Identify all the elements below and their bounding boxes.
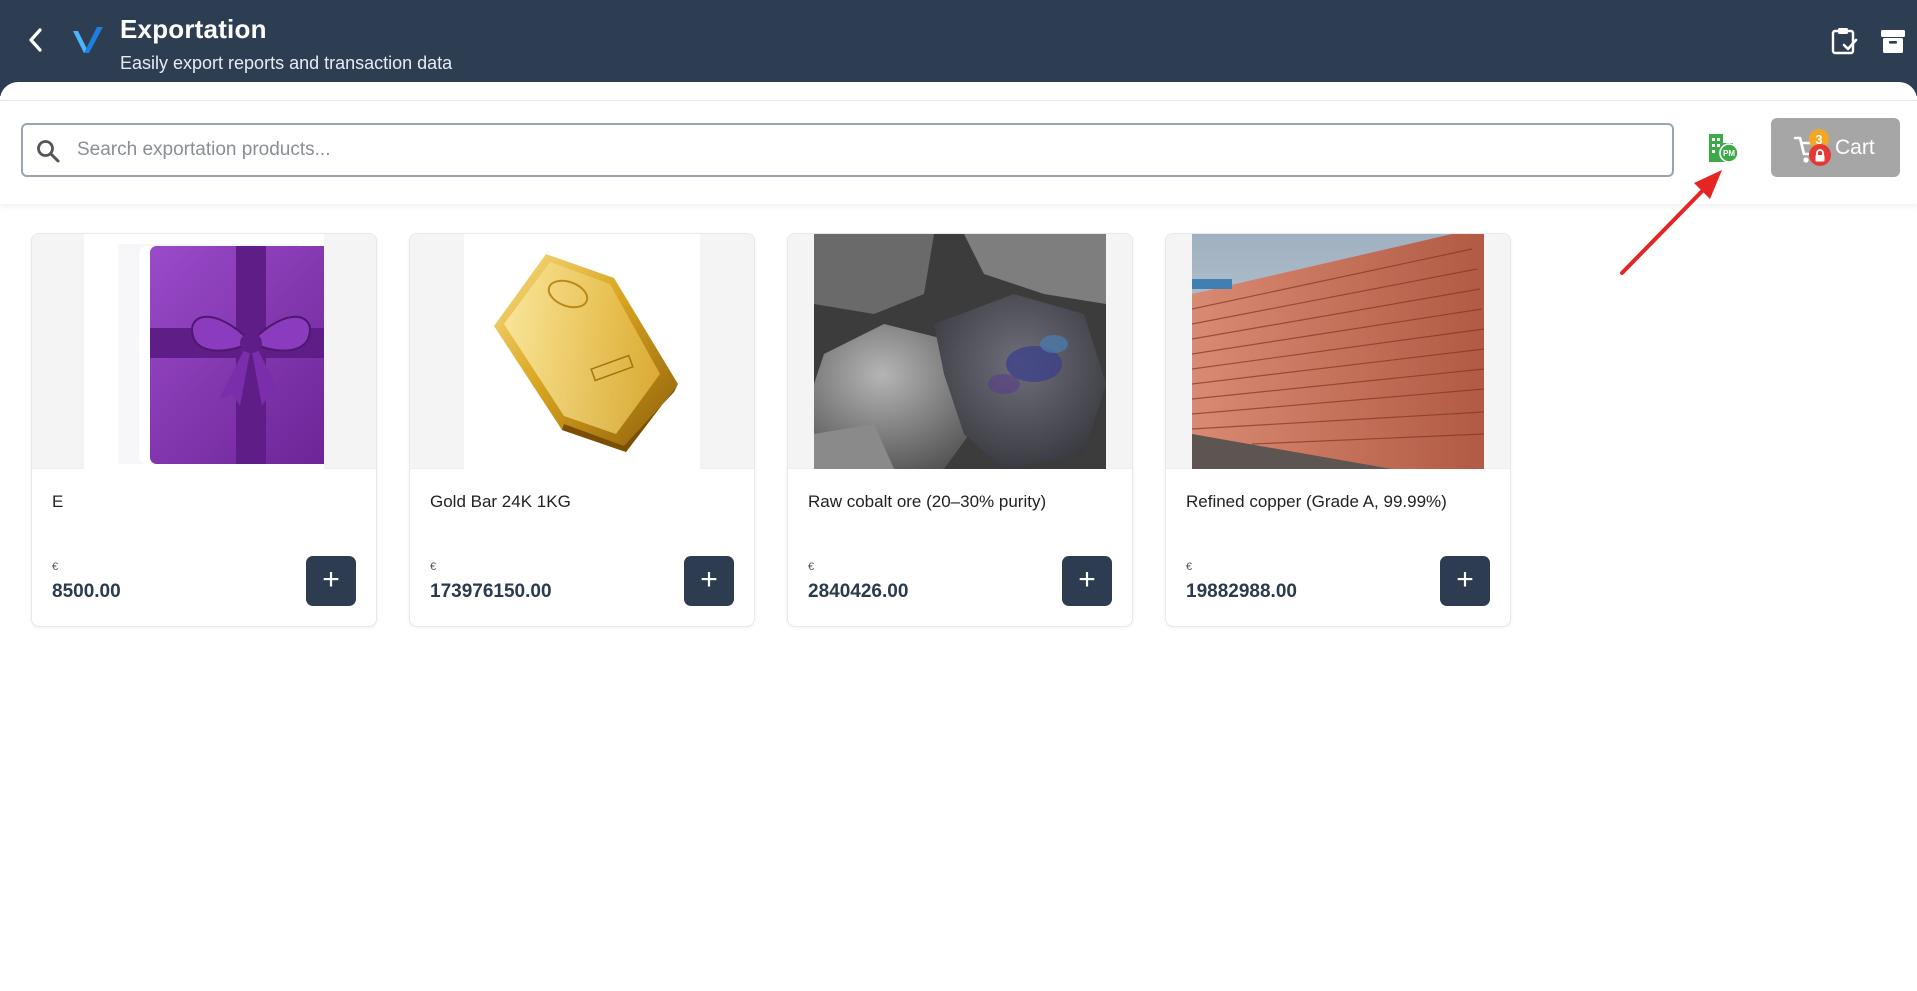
gift-box-image <box>84 234 324 469</box>
add-to-cart-button[interactable]: + <box>1062 556 1112 606</box>
cobalt-ore-image <box>814 234 1106 469</box>
product-card[interactable]: E € 8500.00 + <box>31 233 377 627</box>
product-price: 19882988.00 <box>1186 581 1297 602</box>
product-card[interactable]: Refined copper (Grade A, 99.99%) € 19882… <box>1165 233 1511 627</box>
product-card[interactable]: Gold Bar 24K 1KG € 173976150.00 + <box>409 233 755 627</box>
search-input[interactable] <box>75 125 1655 175</box>
chevron-left-icon <box>29 28 42 52</box>
page-title: Exportation <box>120 14 267 44</box>
brand-logo-icon <box>73 27 103 53</box>
product-currency: € <box>430 561 437 573</box>
clipboard-check-icon <box>1831 28 1858 55</box>
add-to-cart-button[interactable]: + <box>1440 556 1490 606</box>
product-image <box>410 234 754 469</box>
search-icon <box>37 140 60 163</box>
cart-button[interactable]: 3 Cart <box>1771 118 1900 177</box>
product-price: 173976150.00 <box>430 581 552 602</box>
gold-bar-image <box>464 234 700 469</box>
product-name: Gold Bar 24K 1KG <box>430 492 571 511</box>
product-name: Refined copper (Grade A, 99.99%) <box>1186 492 1447 511</box>
product-image <box>32 234 376 469</box>
cart-label: Cart <box>1835 136 1875 159</box>
building-pm-icon: PM <box>1709 134 1739 163</box>
lock-icon <box>1809 144 1831 166</box>
archive-button[interactable] <box>1876 24 1910 58</box>
product-price: 2840426.00 <box>808 581 909 602</box>
add-to-cart-button[interactable]: + <box>684 556 734 606</box>
annotation-arrow-icon <box>1620 170 1722 275</box>
page-subtitle: Easily export reports and transaction da… <box>120 53 453 73</box>
product-image <box>1166 234 1510 469</box>
copper-sheets-image <box>1192 234 1484 469</box>
pm-badge-text: PM <box>1723 149 1735 158</box>
clipboard-check-button[interactable] <box>1827 24 1861 58</box>
add-to-cart-button[interactable]: + <box>306 556 356 606</box>
product-name: E <box>52 492 64 511</box>
search-box[interactable] <box>21 123 1674 177</box>
product-price: 8500.00 <box>52 581 121 602</box>
pm-building-button[interactable]: PM <box>1703 128 1743 168</box>
product-card[interactable]: Raw cobalt ore (20–30% purity) € 2840426… <box>787 233 1133 627</box>
product-currency: € <box>808 561 815 573</box>
archive-box-icon <box>1881 30 1905 53</box>
product-currency: € <box>52 561 59 573</box>
product-image <box>788 234 1132 469</box>
product-name: Raw cobalt ore (20–30% purity) <box>808 492 1047 511</box>
product-currency: € <box>1186 561 1193 573</box>
back-button[interactable] <box>20 24 52 56</box>
